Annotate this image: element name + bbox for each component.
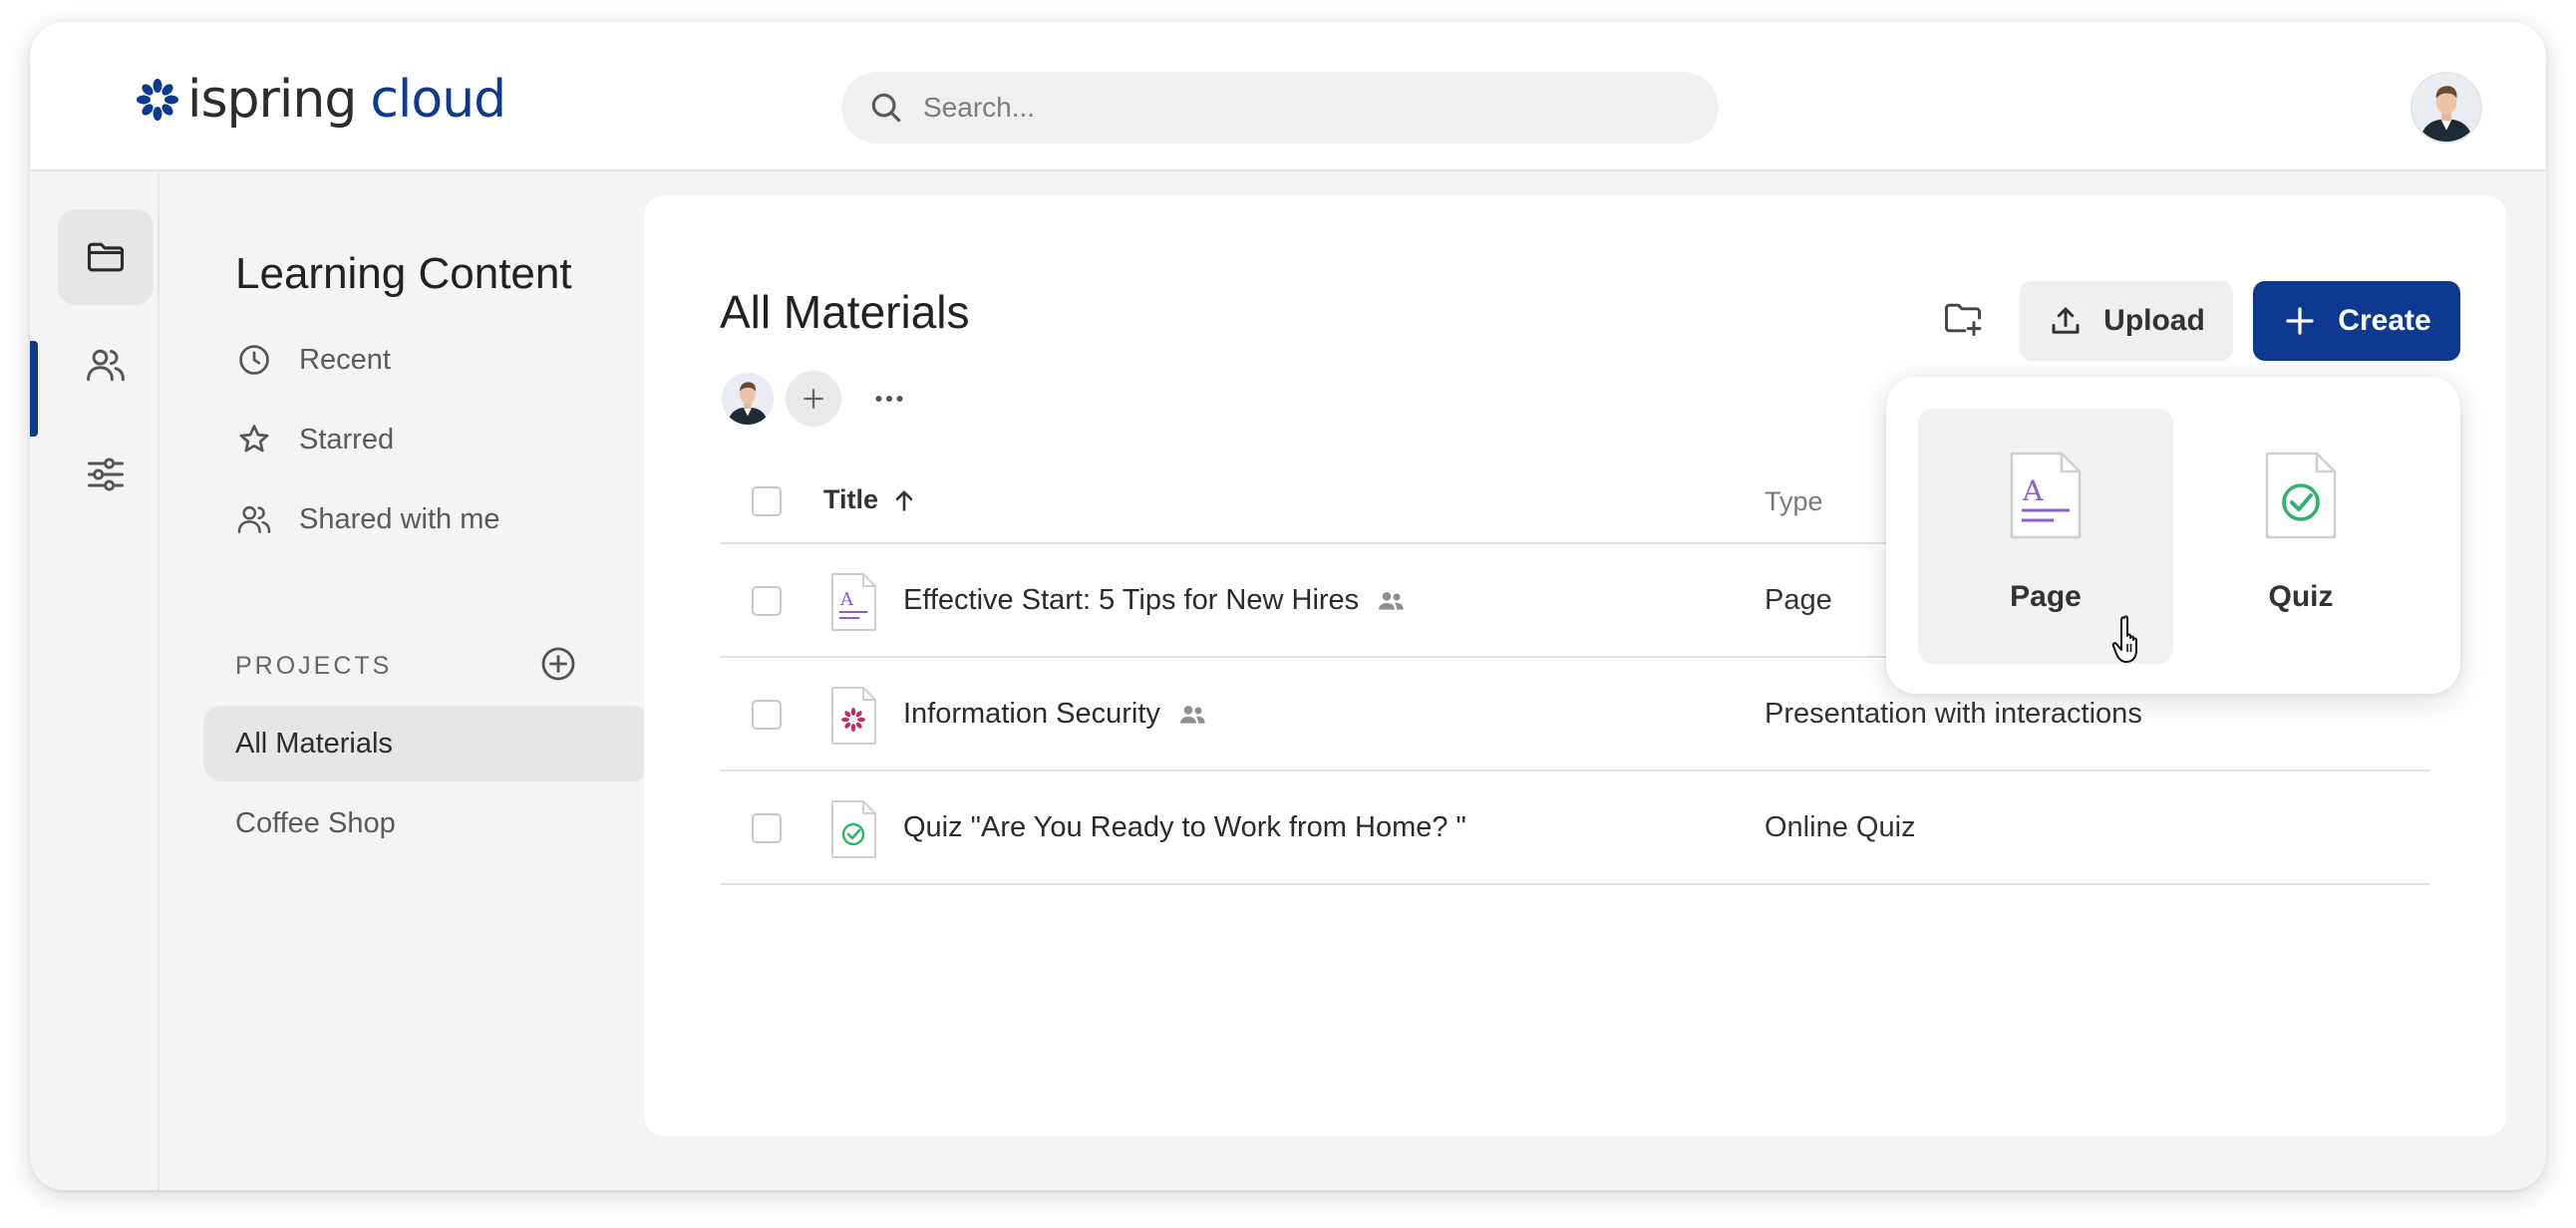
- new-folder-button[interactable]: [1934, 289, 1992, 347]
- folder-plus-icon: [1945, 303, 1982, 336]
- rail-users-button[interactable]: [58, 317, 154, 413]
- clock-icon: [239, 345, 269, 375]
- sidebar: Learning Content Recent Starred Shared w…: [161, 173, 660, 1190]
- project-item-all-materials[interactable]: All Materials: [203, 706, 650, 781]
- user-avatar-image: [2413, 74, 2480, 142]
- page-file-icon: A: [831, 573, 876, 631]
- plus-icon: [2286, 307, 2314, 335]
- sidebar-item-recent[interactable]: Recent: [235, 341, 391, 379]
- sidebar-item-label: Recent: [299, 343, 391, 376]
- row-title[interactable]: Quiz "Are You Ready to Work from Home? ": [903, 811, 1466, 844]
- row-checkbox[interactable]: [752, 700, 782, 730]
- row-checkbox[interactable]: [752, 813, 782, 843]
- member-avatar-image: [722, 373, 774, 425]
- svg-text:A: A: [839, 589, 854, 610]
- projects-heading: PROJECTS: [235, 652, 393, 680]
- upload-button[interactable]: Upload: [2020, 281, 2233, 361]
- shared-users-icon: [1179, 705, 1205, 724]
- add-project-icon[interactable]: [538, 644, 578, 684]
- add-member-button[interactable]: [786, 371, 841, 427]
- svg-text:A: A: [2022, 474, 2044, 507]
- create-menu-item-label: Quiz: [2268, 580, 2334, 613]
- row-title-text: Quiz "Are You Ready to Work from Home? ": [903, 811, 1466, 843]
- sidebar-item-shared[interactable]: Shared with me: [235, 500, 500, 538]
- icon-rail: [30, 173, 160, 1190]
- create-button[interactable]: Create: [2253, 281, 2460, 361]
- row-type: Page: [1765, 584, 1832, 616]
- logo-mark-icon: [137, 79, 178, 121]
- logo-text-cloud: cloud: [370, 70, 506, 130]
- create-menu-item-label: Page: [2010, 580, 2082, 613]
- row-title-text: Effective Start: 5 Tips for New Hires: [903, 584, 1360, 616]
- column-title-header[interactable]: Title: [823, 484, 918, 515]
- column-title-label: Title: [823, 484, 879, 514]
- logo-text: ispring cloud: [187, 70, 506, 130]
- plus-icon: [804, 389, 823, 409]
- row-type: Online Quiz: [1765, 811, 1916, 843]
- user-avatar[interactable]: [2411, 72, 2482, 144]
- hand-cursor-icon: [2111, 615, 2137, 663]
- search-input[interactable]: [923, 92, 1681, 124]
- member-avatar[interactable]: [720, 371, 776, 427]
- sidebar-item-label: Shared with me: [299, 502, 500, 535]
- row-type: Presentation with interactions: [1765, 698, 2142, 730]
- table-row[interactable]: Quiz "Are You Ready to Work from Home? "…: [720, 771, 2430, 885]
- members-row: [720, 371, 913, 427]
- sidebar-title: Learning Content: [235, 249, 572, 298]
- sliders-icon: [88, 458, 124, 491]
- upload-icon: [2052, 307, 2080, 334]
- column-type-header[interactable]: Type: [1765, 486, 1823, 517]
- quiz-file-icon: [831, 800, 876, 858]
- quiz-file-icon: [2265, 452, 2337, 539]
- page-title: All Materials: [720, 286, 970, 338]
- logo[interactable]: ispring cloud: [136, 70, 506, 130]
- sidebar-item-starred[interactable]: Starred: [235, 421, 394, 459]
- search-icon: [871, 93, 901, 123]
- upload-button-label: Upload: [2103, 304, 2205, 337]
- project-item-label: All Materials: [235, 727, 393, 760]
- sidebar-item-label: Starred: [299, 423, 395, 456]
- row-title[interactable]: Information Security: [903, 698, 1208, 731]
- more-options-button[interactable]: [865, 371, 913, 427]
- sort-ascending-icon: [895, 490, 913, 511]
- create-menu: A Page Quiz: [1886, 377, 2460, 694]
- search-bar[interactable]: [841, 72, 1719, 144]
- row-checkbox[interactable]: [752, 586, 782, 616]
- row-title[interactable]: Effective Start: 5 Tips for New Hires: [903, 584, 1407, 617]
- more-horizontal-icon: [875, 396, 903, 402]
- logo-text-ispring: ispring: [187, 70, 357, 130]
- rail-settings-button[interactable]: [58, 427, 154, 522]
- top-header: ispring cloud: [30, 22, 2546, 171]
- page-file-icon: A: [2010, 452, 2082, 539]
- folder-icon: [87, 242, 125, 272]
- rail-content-button[interactable]: [58, 209, 154, 305]
- star-icon: [239, 425, 269, 453]
- users-icon: [237, 505, 271, 533]
- select-all-checkbox[interactable]: [752, 486, 782, 516]
- create-menu-item-quiz[interactable]: Quiz: [2173, 409, 2428, 664]
- rail-active-indicator: [30, 341, 38, 437]
- app-window: ispring cloud Search... Learning Content…: [30, 22, 2546, 1190]
- create-button-label: Create: [2338, 304, 2431, 337]
- shared-users-icon: [1379, 591, 1404, 610]
- row-title-text: Information Security: [903, 698, 1160, 730]
- project-item-label: Coffee Shop: [235, 806, 396, 839]
- presentation-file-icon: [831, 687, 876, 745]
- project-item-coffee-shop[interactable]: Coffee Shop: [203, 785, 650, 861]
- users-icon: [87, 349, 125, 382]
